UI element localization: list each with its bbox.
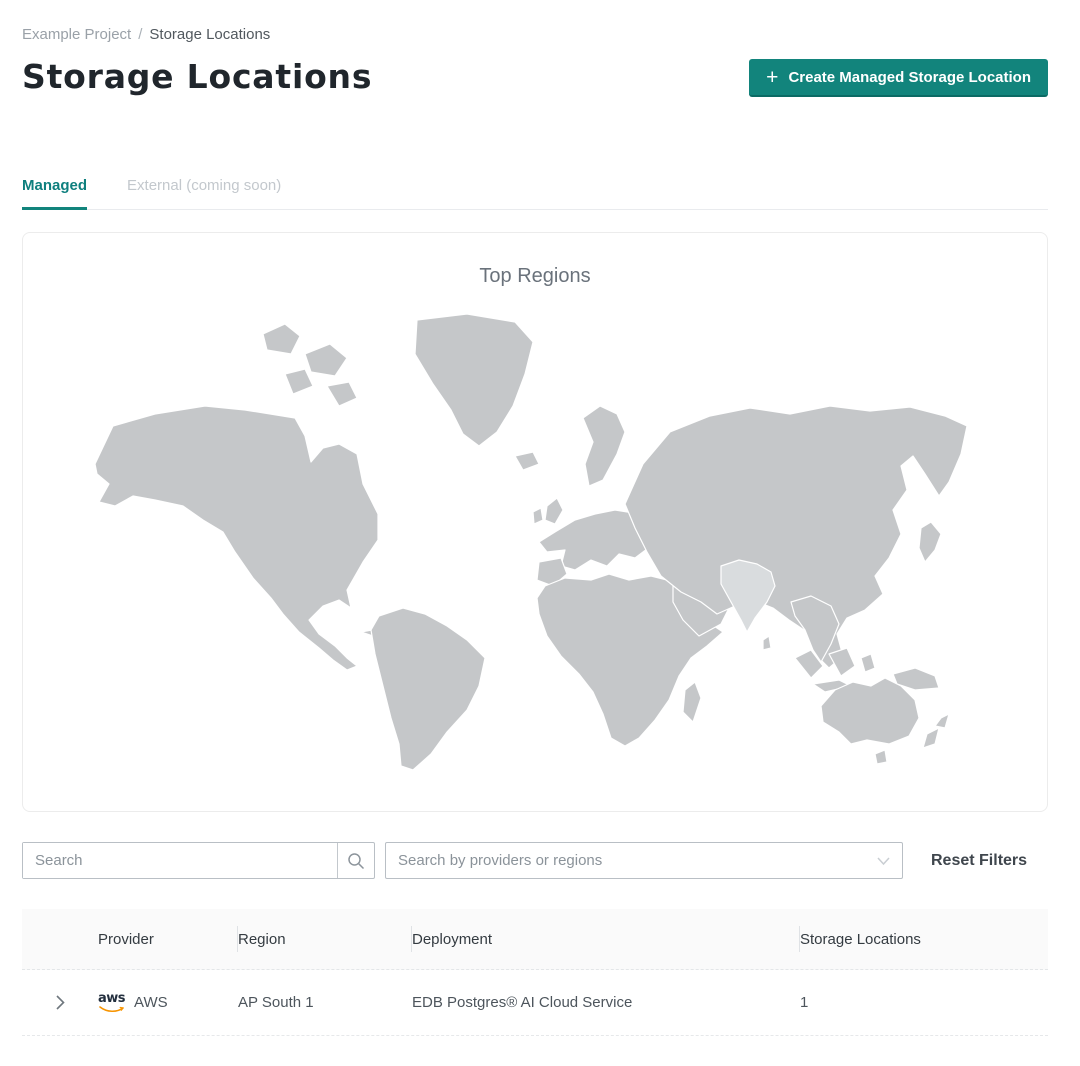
region-south-america — [371, 608, 485, 770]
tab-bar: Managed External (coming soon) — [22, 177, 1048, 210]
aws-logo-text: aws — [98, 992, 125, 1005]
deployment-cell: EDB Postgres® AI Cloud Service — [412, 994, 800, 1011]
region-greenland — [415, 314, 533, 446]
provider-region-select-input[interactable] — [386, 852, 902, 869]
page-title: Storage Locations — [22, 57, 372, 97]
breadcrumb: Example Project / Storage Locations — [22, 26, 1048, 43]
header-deployment: Deployment — [412, 909, 800, 969]
row-expand-button[interactable] — [22, 995, 98, 1010]
storage-locations-count: 1 — [800, 994, 1048, 1011]
breadcrumb-project-link[interactable]: Example Project — [22, 26, 131, 43]
top-regions-title: Top Regions — [23, 233, 1047, 288]
storage-locations-table: Provider Region Deployment Storage Locat… — [22, 909, 1048, 1036]
chevron-down-icon — [877, 857, 890, 866]
reset-filters-button[interactable]: Reset Filters — [931, 852, 1027, 870]
page-header: Storage Locations + Create Managed Stora… — [22, 57, 1048, 97]
search-button[interactable] — [337, 843, 374, 878]
aws-smile-swoosh — [99, 1005, 125, 1013]
filter-bar: Reset Filters — [22, 842, 1048, 879]
tab-external: External (coming soon) — [127, 177, 281, 209]
provider-cell: aws AWS — [98, 992, 238, 1013]
tab-managed[interactable]: Managed — [22, 177, 87, 210]
search-icon — [347, 852, 365, 870]
chevron-right-icon — [56, 995, 65, 1010]
provider-region-select[interactable] — [385, 842, 903, 879]
table-header-row: Provider Region Deployment Storage Locat… — [22, 909, 1048, 970]
breadcrumb-separator: / — [138, 26, 142, 43]
header-region: Region — [238, 909, 412, 969]
region-cell: AP South 1 — [238, 994, 412, 1011]
provider-name: AWS — [134, 994, 168, 1011]
table-row: aws AWS AP South 1 EDB Postgres® AI Clou… — [22, 970, 1048, 1036]
create-managed-storage-location-button[interactable]: + Create Managed Storage Location — [749, 59, 1048, 97]
header-expand-spacer — [22, 909, 98, 969]
storage-locations-page: Example Project / Storage Locations Storag… — [0, 0, 1080, 1036]
breadcrumb-current: Storage Locations — [149, 26, 270, 43]
header-storage-locations: Storage Locations — [800, 909, 1048, 969]
create-button-label: Create Managed Storage Location — [788, 69, 1031, 86]
region-north-america — [95, 406, 378, 670]
aws-logo-icon: aws — [98, 992, 125, 1013]
top-regions-card: Top Regions — [22, 232, 1048, 812]
plus-icon: + — [766, 67, 778, 88]
search-box — [22, 842, 375, 879]
world-map — [95, 314, 975, 774]
search-input[interactable] — [23, 843, 337, 878]
header-provider: Provider — [98, 909, 238, 969]
region-india-highlight[interactable] — [721, 560, 775, 632]
